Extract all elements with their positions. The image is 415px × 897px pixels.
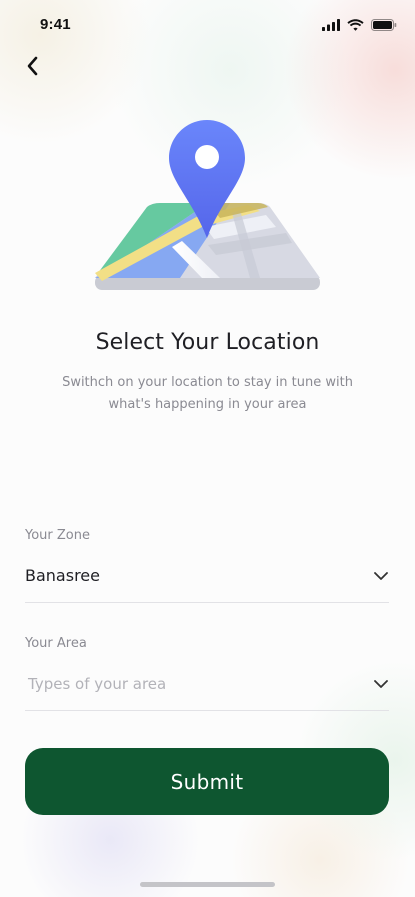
page-subtitle: Swithch on your location to stay in tune… (62, 375, 353, 412)
area-placeholder: Types of your area (28, 675, 167, 693)
select-location-screen: 9:41 Select Your Location Swithch on you… (0, 0, 415, 897)
area-label: Your Area (25, 636, 87, 651)
home-indicator (140, 882, 275, 887)
page-title: Select Your Location (95, 330, 320, 355)
zone-select[interactable]: Banasree (25, 556, 389, 603)
status-bar: 9:41 (0, 0, 415, 50)
chevron-down-icon (374, 572, 388, 580)
map-pin-icon (95, 120, 320, 290)
area-select[interactable]: Types of your area (25, 664, 389, 711)
map-location-illustration (90, 115, 325, 300)
status-time: 9:41 (40, 16, 71, 33)
zone-label: Your Zone (25, 528, 90, 543)
submit-button[interactable]: Submit (25, 748, 389, 815)
battery-icon (371, 19, 397, 31)
back-button[interactable] (18, 52, 46, 80)
wifi-icon (347, 19, 364, 31)
cellular-signal-icon (322, 19, 340, 31)
status-icons (322, 19, 397, 31)
chevron-down-icon (374, 680, 388, 688)
zone-value: Banasree (25, 566, 100, 585)
chevron-left-icon (27, 56, 38, 76)
